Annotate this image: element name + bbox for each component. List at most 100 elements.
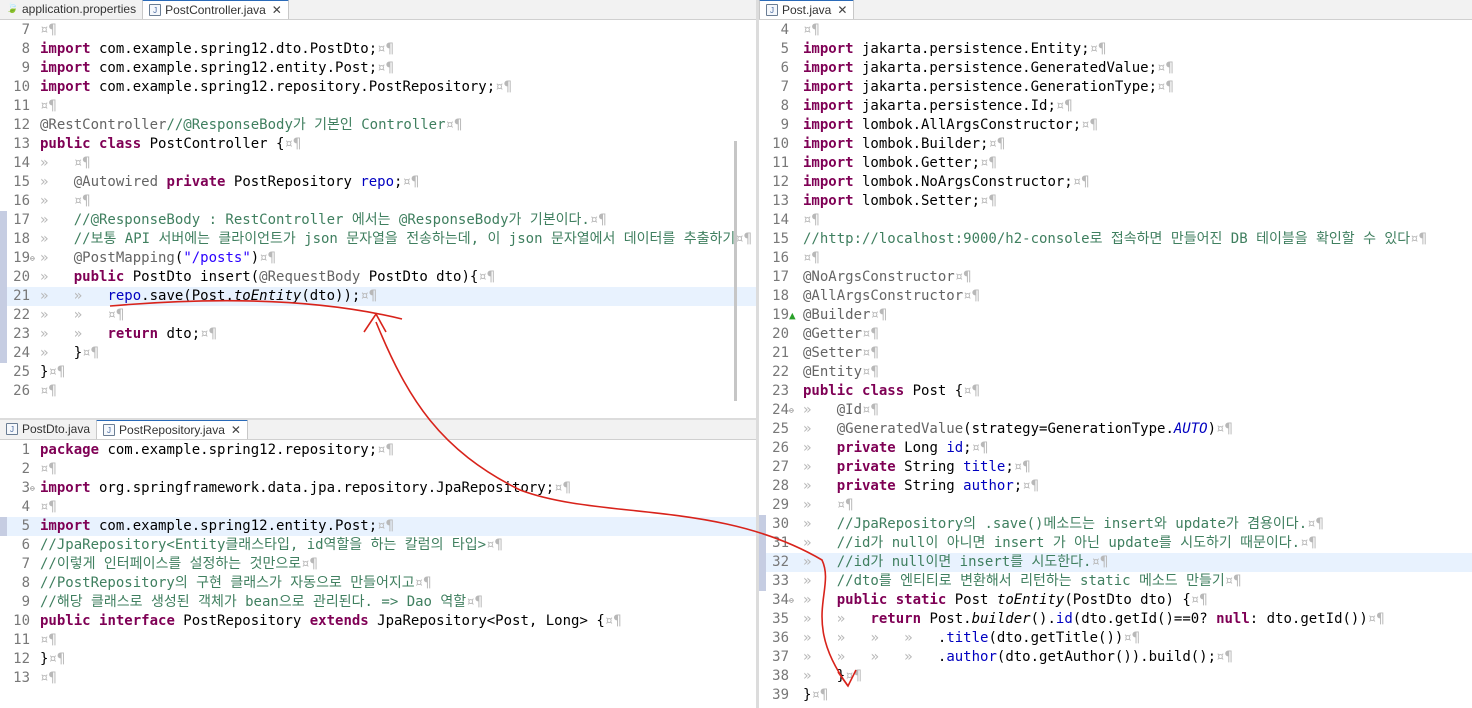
code-line[interactable]: 10 public interface PostRepository extend… bbox=[0, 612, 756, 631]
code-line[interactable]: 15 » @Autowired private PostRepository re… bbox=[0, 173, 756, 192]
tab-application-properties[interactable]: 🍃 application.properties bbox=[0, 0, 142, 19]
code-line[interactable]: 34 ⊖ » public static Post toEntity(PostDto… bbox=[759, 591, 1472, 610]
code-line[interactable]: 6 import jakarta.persistence.GeneratedVal… bbox=[759, 59, 1472, 78]
code-line[interactable]: 28 » private String author;¤¶ bbox=[759, 477, 1472, 496]
code-line[interactable]: 26 ¤¶ bbox=[0, 382, 756, 401]
code-line[interactable]: 2 ¤¶ bbox=[0, 460, 756, 479]
fold-icon[interactable]: ⊖ bbox=[789, 401, 794, 420]
code-line[interactable]: 10 import com.example.spring12.repository… bbox=[0, 78, 756, 97]
code-line[interactable]: 31 » //id가 null이 아니면 insert 가 아닌 update를 … bbox=[759, 534, 1472, 553]
line-number: 28 bbox=[772, 478, 789, 494]
code-line[interactable]: 33 » //dto를 엔티티로 변환해서 리턴하는 static 메소드 만들기… bbox=[759, 572, 1472, 591]
code-line[interactable]: 9 import lombok.AllArgsConstructor;¤¶ bbox=[759, 116, 1472, 135]
line-number: 18 bbox=[772, 288, 789, 304]
code-line[interactable]: 19 ⊖ » @PostMapping("/posts")¤¶ bbox=[0, 249, 756, 268]
code-text: ¤¶ bbox=[40, 632, 57, 648]
code-line[interactable]: 38 » }¤¶ bbox=[759, 667, 1472, 686]
code-line[interactable]: 32 » //id가 null이면 insert를 시도한다.¤¶ bbox=[759, 553, 1472, 572]
code-text: ¤¶ bbox=[40, 461, 57, 477]
code-line[interactable]: 20 » public PostDto insert(@RequestBody P… bbox=[0, 268, 756, 287]
code-line[interactable]: 4 ¤¶ bbox=[0, 498, 756, 517]
code-line[interactable]: 17 » //@ResponseBody : RestController 에서는… bbox=[0, 211, 756, 230]
change-marker bbox=[0, 268, 7, 287]
fold-icon[interactable]: ⊖ bbox=[789, 591, 794, 610]
code-line[interactable]: 14 ¤¶ bbox=[759, 211, 1472, 230]
code-line[interactable]: 14 » ¤¶ bbox=[0, 154, 756, 173]
code-line[interactable]: 18 @AllArgsConstructor¤¶ bbox=[759, 287, 1472, 306]
code-line[interactable]: 20 @Getter¤¶ bbox=[759, 325, 1472, 344]
code-line[interactable]: 5 import jakarta.persistence.Entity;¤¶ bbox=[759, 40, 1472, 59]
code-line[interactable]: 15 //http://localhost:9000/h2-console로 접속… bbox=[759, 230, 1472, 249]
code-line[interactable]: 12 import lombok.NoArgsConstructor;¤¶ bbox=[759, 173, 1472, 192]
code-line[interactable]: 17 @NoArgsConstructor¤¶ bbox=[759, 268, 1472, 287]
line-number: 16 bbox=[772, 250, 789, 266]
fold-icon[interactable]: ⊖ bbox=[30, 479, 35, 498]
code-line[interactable]: 24 ⊖ » @Id¤¶ bbox=[759, 401, 1472, 420]
code-editor[interactable]: 4 ¤¶ 5 import jakarta.persistence.Entity;¤¶… bbox=[759, 21, 1472, 708]
code-line[interactable]: 22 @Entity¤¶ bbox=[759, 363, 1472, 382]
code-line[interactable]: 8 import com.example.spring12.dto.PostDto… bbox=[0, 40, 756, 59]
code-line[interactable]: 21 » » repo.save(Post.toEntity(dto));¤¶ bbox=[0, 287, 756, 306]
code-line[interactable]: 7 import jakarta.persistence.GenerationTy… bbox=[759, 78, 1472, 97]
code-line[interactable]: 24 » }¤¶ bbox=[0, 344, 756, 363]
code-line[interactable]: 26 » private Long id;¤¶ bbox=[759, 439, 1472, 458]
code-line[interactable]: 16 ¤¶ bbox=[759, 249, 1472, 268]
code-line[interactable]: 3 ⊖ import org.springframework.data.jpa.re… bbox=[0, 479, 756, 498]
code-line[interactable]: 37 » » » » .author(dto.getAuthor()).build… bbox=[759, 648, 1472, 667]
code-line[interactable]: 13 import lombok.Setter;¤¶ bbox=[759, 192, 1472, 211]
fold-icon[interactable]: ⊖ bbox=[30, 249, 35, 268]
tab-post-entity[interactable]: J Post.java ✕ bbox=[759, 0, 855, 19]
code-line[interactable]: 19 ▲ @Builder¤¶ bbox=[759, 306, 1472, 325]
code-line[interactable]: 9 //해당 클래스로 생성된 객체가 bean으로 관리된다. => Dao 역… bbox=[0, 593, 756, 612]
code-line[interactable]: 10 import lombok.Builder;¤¶ bbox=[759, 135, 1472, 154]
code-line[interactable]: 7 ¤¶ bbox=[0, 21, 756, 40]
line-number: 7 bbox=[21, 22, 30, 38]
code-text: » private String author;¤¶ bbox=[803, 478, 1040, 494]
code-text: }¤¶ bbox=[40, 651, 66, 667]
code-line[interactable]: 6 //JpaRepository<Entity클래스타입, id역할을 하는 칼… bbox=[0, 536, 756, 555]
code-line[interactable]: 18 » //보통 API 서버에는 클라이언트가 json 문자열을 전송하는데… bbox=[0, 230, 756, 249]
java-file-icon: J bbox=[766, 4, 778, 16]
tab-post-controller[interactable]: J PostController.java ✕ bbox=[142, 0, 289, 19]
code-line[interactable]: 36 » » » » .title(dto.getTitle())¤¶ bbox=[759, 629, 1472, 648]
code-line[interactable]: 5 import com.example.spring12.entity.Post… bbox=[0, 517, 756, 536]
close-icon[interactable]: ✕ bbox=[272, 3, 282, 17]
code-line[interactable]: 8 import jakarta.persistence.Id;¤¶ bbox=[759, 97, 1472, 116]
code-line[interactable]: 13 public class PostController {¤¶ bbox=[0, 135, 756, 154]
code-text: }¤¶ bbox=[40, 364, 66, 380]
code-line[interactable]: 21 @Setter¤¶ bbox=[759, 344, 1472, 363]
code-line[interactable]: 22 » » ¤¶ bbox=[0, 306, 756, 325]
code-text: @RestController//@ResponseBody가 기본인 Cont… bbox=[40, 117, 463, 133]
code-line[interactable]: 4 ¤¶ bbox=[759, 21, 1472, 40]
code-line[interactable]: 12}¤¶ bbox=[0, 650, 756, 669]
code-line[interactable]: 39}¤¶ bbox=[759, 686, 1472, 705]
code-editor[interactable]: 1 package com.example.spring12.repository… bbox=[0, 441, 756, 708]
vertical-scrollbar[interactable] bbox=[734, 141, 737, 401]
line-number: 6 bbox=[780, 60, 789, 76]
code-line[interactable]: 11 ¤¶ bbox=[0, 631, 756, 650]
code-text: » //@ResponseBody : RestController 에서는 @… bbox=[40, 212, 607, 228]
code-line[interactable]: 12 @RestController//@ResponseBody가 기본인 Co… bbox=[0, 116, 756, 135]
code-line[interactable]: 27 » private String title;¤¶ bbox=[759, 458, 1472, 477]
code-line[interactable]: 25}¤¶ bbox=[0, 363, 756, 382]
code-line[interactable]: 23 » » return dto;¤¶ bbox=[0, 325, 756, 344]
close-icon[interactable]: ✕ bbox=[837, 3, 847, 17]
code-line[interactable]: 13 ¤¶ bbox=[0, 669, 756, 688]
code-line[interactable]: 1 package com.example.spring12.repository… bbox=[0, 441, 756, 460]
code-line[interactable]: 11 import lombok.Getter;¤¶ bbox=[759, 154, 1472, 173]
tab-post-dto[interactable]: J PostDto.java bbox=[0, 420, 96, 439]
code-line[interactable]: 9 import com.example.spring12.entity.Post… bbox=[0, 59, 756, 78]
code-line[interactable]: 7 //이렇게 인터페이스를 설정하는 것만으로¤¶ bbox=[0, 555, 756, 574]
tab-post-repository[interactable]: J PostRepository.java ✕ bbox=[96, 420, 248, 439]
code-line[interactable]: 23 public class Post {¤¶ bbox=[759, 382, 1472, 401]
close-icon[interactable]: ✕ bbox=[231, 423, 241, 437]
code-line[interactable]: 30 » //JpaRepository의 .save()메소드는 insert와… bbox=[759, 515, 1472, 534]
code-line[interactable]: 25 » @GeneratedValue(strategy=GenerationT… bbox=[759, 420, 1472, 439]
code-editor[interactable]: 7 ¤¶ 8 import com.example.spring12.dto.Post… bbox=[0, 21, 756, 418]
code-line[interactable]: 29 » ¤¶ bbox=[759, 496, 1472, 515]
code-line[interactable]: 8 //PostRepository의 구현 클래스가 자동으로 만들어지고¤¶ bbox=[0, 574, 756, 593]
override-arrow-icon: ▲ bbox=[789, 309, 796, 322]
code-line[interactable]: 11 ¤¶ bbox=[0, 97, 756, 116]
code-line[interactable]: 35 » » return Post.builder().id(dto.getId… bbox=[759, 610, 1472, 629]
code-line[interactable]: 16 » ¤¶ bbox=[0, 192, 756, 211]
